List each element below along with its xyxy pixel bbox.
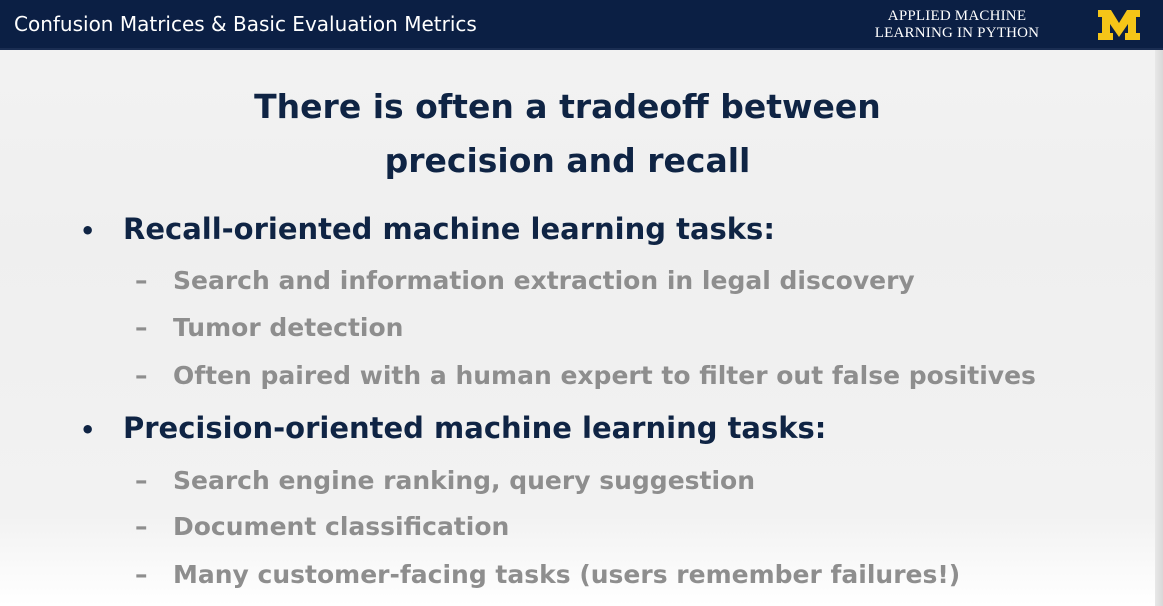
bullet-heading: Precision-oriented machine learning task… [123,411,827,445]
university-of-michigan-block-m-icon [1098,10,1140,40]
sub-item: – Search and information extraction in le… [135,266,915,295]
dash: – [135,266,148,295]
sub-item-text: Document classification [173,512,510,541]
slide-edge-shadow [1155,50,1163,606]
slide-frame: Confusion Matrices & Basic Evaluation Me… [0,0,1163,606]
dash: – [135,313,148,342]
sub-item-text: Search engine ranking, query suggestion [173,466,756,495]
dash: – [135,512,148,541]
header-title: Confusion Matrices & Basic Evaluation Me… [14,12,477,36]
sub-item: – Often paired with a human expert to fil… [135,361,1036,390]
slide-title-line2: precision and recall [384,141,751,180]
dash: – [135,560,148,589]
sub-item: – Document classification [135,512,509,541]
bullet-dot: • [80,416,96,444]
dash: – [135,466,148,495]
slide-title-line1: There is often a tradeoff between [254,87,881,126]
header-bar: Confusion Matrices & Basic Evaluation Me… [0,0,1163,50]
sub-item: – Many customer-facing tasks (users remem… [135,560,960,589]
bullet-heading: Recall-oriented machine learning tasks: [123,212,775,246]
sub-item-text: Tumor detection [173,313,404,342]
sub-item: – Search engine ranking, query suggestion [135,466,755,495]
course-name-line1: APPLIED MACHINE [887,8,1027,24]
course-name: APPLIED MACHINE LEARNING IN PYTHON [847,8,1067,42]
dash: – [135,361,148,390]
sub-item-text: Search and information extraction in leg… [173,266,915,295]
sub-item: – Tumor detection [135,313,403,342]
bullet-dot: • [80,217,96,245]
sub-item-text: Many customer-facing tasks (users rememb… [173,560,961,589]
bullet-recall-oriented: • Recall-oriented machine learning tasks: [80,212,775,246]
slide-title: There is often a tradeoff between precis… [0,80,1135,188]
sub-item-text: Often paired with a human expert to filt… [173,361,1036,390]
bullet-precision-oriented: • Precision-oriented machine learning tas… [80,411,826,445]
course-name-line2: LEARNING IN PYTHON [874,25,1040,41]
